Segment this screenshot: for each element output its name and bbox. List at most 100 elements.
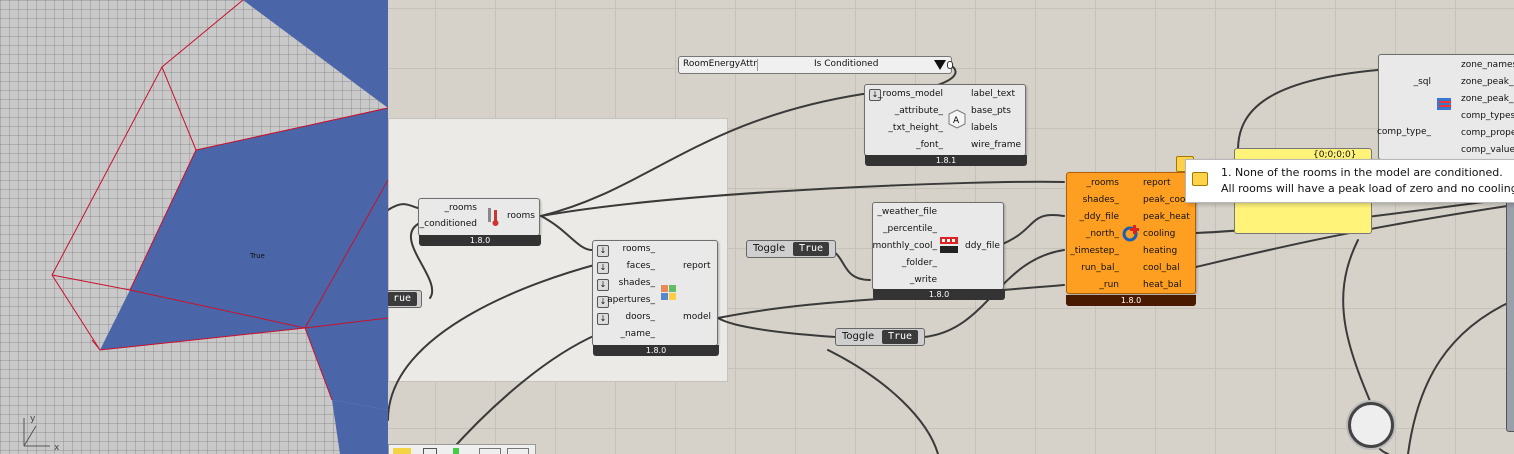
room-blue-top — [243, 0, 388, 108]
toggle-left-partial[interactable]: rue — [388, 290, 422, 308]
toolbar-button-icon[interactable] — [507, 448, 529, 454]
output-heating[interactable]: heating — [1143, 246, 1177, 257]
input-rooms[interactable]: _rooms — [1087, 178, 1119, 189]
input-run[interactable]: _run — [1099, 280, 1119, 291]
input-folder[interactable]: _folder_ — [902, 258, 937, 269]
input-rooms[interactable]: _rooms — [445, 203, 477, 214]
input-monthly-cool[interactable]: monthly_cool_ — [873, 241, 938, 252]
sql-results-icon — [1435, 95, 1455, 115]
input-percentile[interactable]: _percentile_ — [883, 224, 937, 235]
model-cubes-icon — [659, 283, 679, 303]
label-hexagon-icon: A — [947, 109, 967, 129]
toggle-monthly-cool[interactable]: Toggle True — [746, 240, 836, 258]
axis-y-label: y — [30, 414, 36, 424]
input-north[interactable]: _north_ — [1086, 229, 1119, 240]
rhino-viewport[interactable]: True y x — [0, 0, 388, 454]
output-comp-values[interactable]: comp_values — [1461, 145, 1514, 156]
dropdown-arrow-icon[interactable] — [934, 60, 946, 70]
output-model[interactable]: model — [683, 312, 711, 323]
input-sql[interactable]: _sql — [1414, 77, 1431, 88]
component-peak-loads[interactable]: _rooms shades_ _ddy_file _north_ _timest… — [1066, 172, 1196, 306]
toolbar-color-icon[interactable] — [393, 448, 411, 454]
output-cool-bal[interactable]: cool_bal — [1143, 263, 1180, 274]
energyplus-icon — [1121, 223, 1141, 243]
toolbar-green-icon[interactable] — [453, 448, 459, 454]
input-ddy-file[interactable]: _ddy_file — [1080, 212, 1119, 223]
viewport-geometry: True y x — [23, 0, 388, 454]
value-list-name: RoomEnergyAttr — [683, 59, 757, 69]
component-ddy-from-epw[interactable]: _weather_file _percentile_ monthly_cool_… — [872, 202, 1005, 300]
version-label: 1.8.1 — [865, 155, 1027, 166]
output-zone-peak-cool[interactable]: zone_peak_co — [1461, 77, 1514, 88]
output-peak-cool[interactable]: peak_cool — [1143, 195, 1188, 206]
component-hb-model[interactable]: ↓ ↓ ↓ ↓ ↓ rooms_ faces_ shades_ aperture… — [592, 240, 719, 356]
version-label: 1.8.0 — [873, 289, 1005, 300]
thermometer-icon — [483, 207, 503, 227]
input-name[interactable]: _name_ — [620, 329, 655, 340]
axis-widget — [23, 418, 50, 447]
output-label-text[interactable]: label_text — [971, 89, 1015, 100]
input-timestep[interactable]: _timestep_ — [1070, 246, 1119, 257]
input-attribute[interactable]: _attribute_ — [895, 106, 943, 117]
output-rooms[interactable]: rooms — [507, 211, 535, 222]
warning-icon — [1192, 172, 1208, 186]
input-write[interactable]: _write — [910, 275, 937, 286]
flatten-icon: ↓ — [597, 279, 609, 291]
output-base-pts[interactable]: base_pts — [971, 106, 1011, 117]
output-peak-heat[interactable]: peak_heat — [1143, 212, 1190, 223]
toggle-left-value: rue — [388, 292, 418, 306]
toggle-run[interactable]: Toggle True — [835, 328, 925, 346]
toggle-label: Toggle — [753, 243, 786, 254]
value-list-output-port[interactable] — [947, 61, 953, 69]
input-shades[interactable]: shades_ — [1083, 195, 1119, 206]
input-conditioned[interactable]: _conditioned — [420, 219, 477, 230]
toolbar-button-icon[interactable] — [479, 448, 501, 454]
svg-text:A: A — [953, 116, 960, 126]
toggle-label: Toggle — [842, 331, 875, 342]
value-list-room-energy-attr[interactable]: RoomEnergyAttr Is Conditioned — [678, 56, 953, 74]
input-faces[interactable]: faces_ — [627, 261, 655, 272]
toggle-value: True — [793, 242, 830, 256]
output-report[interactable]: report — [683, 261, 711, 272]
output-zone-names[interactable]: zone_names — [1461, 60, 1514, 71]
toggle-value: True — [882, 330, 919, 344]
room-label: True — [249, 252, 265, 260]
input-shades[interactable]: shades_ — [619, 278, 655, 289]
value-list-value: Is Conditioned — [814, 59, 879, 69]
output-labels[interactable]: labels — [971, 123, 997, 134]
input-run-bal[interactable]: run_bal_ — [1081, 263, 1119, 274]
navigation-dial-icon[interactable] — [1348, 402, 1394, 448]
warning-tooltip: 1. None of the rooms in the model are co… — [1185, 159, 1514, 203]
input-doors[interactable]: doors_ — [625, 312, 655, 323]
output-heat-bal[interactable]: heat_bal — [1143, 280, 1182, 291]
version-label: 1.8.0 — [593, 345, 719, 356]
input-apertures[interactable]: apertures_ — [607, 295, 655, 306]
output-report[interactable]: report — [1143, 178, 1171, 189]
axis-x-label: x — [54, 443, 60, 453]
epw-ddy-icon — [939, 235, 959, 255]
toolbar-box-icon[interactable] — [423, 448, 437, 454]
input-rooms-model[interactable]: _rooms_model — [878, 89, 943, 100]
input-weather-file[interactable]: _weather_file — [877, 207, 937, 218]
output-cooling[interactable]: cooling — [1143, 229, 1175, 240]
room-blue-floor — [100, 108, 388, 410]
input-rooms[interactable]: rooms_ — [623, 244, 655, 255]
tooltip-line-1: 1. None of the rooms in the model are co… — [1221, 166, 1503, 179]
tooltip-line-2: All rooms will have a peak load of zero … — [1221, 182, 1514, 195]
bottom-toolbar[interactable] — [388, 444, 536, 454]
input-font[interactable]: _font_ — [916, 140, 943, 151]
input-comp-type[interactable]: comp_type_ — [1377, 127, 1431, 138]
grasshopper-canvas[interactable]: RoomEnergyAttr Is Conditioned _rooms _co… — [388, 0, 1514, 454]
output-ddy-file[interactable]: ddy_file — [965, 241, 1000, 252]
input-txt-height[interactable]: _txt_height_ — [888, 123, 943, 134]
component-room-conditioned[interactable]: _rooms _conditioned rooms 1.8.0 — [418, 198, 541, 246]
output-comp-properties[interactable]: comp_prope — [1461, 128, 1514, 139]
output-zone-peak-heat[interactable]: zone_peak_h — [1461, 94, 1514, 105]
output-comp-types[interactable]: comp_types — [1461, 111, 1514, 122]
flatten-icon: ↓ — [597, 262, 609, 274]
version-label: 1.8.0 — [419, 235, 541, 246]
output-wire-frame[interactable]: wire_frame — [971, 140, 1021, 151]
flatten-icon: ↓ — [597, 245, 609, 257]
component-label-rooms[interactable]: ↓ _rooms_model _attribute_ _txt_height_ … — [864, 84, 1027, 166]
component-sql-peak-results[interactable]: _sql comp_type_ zone_names zone_peak_co … — [1377, 54, 1514, 160]
